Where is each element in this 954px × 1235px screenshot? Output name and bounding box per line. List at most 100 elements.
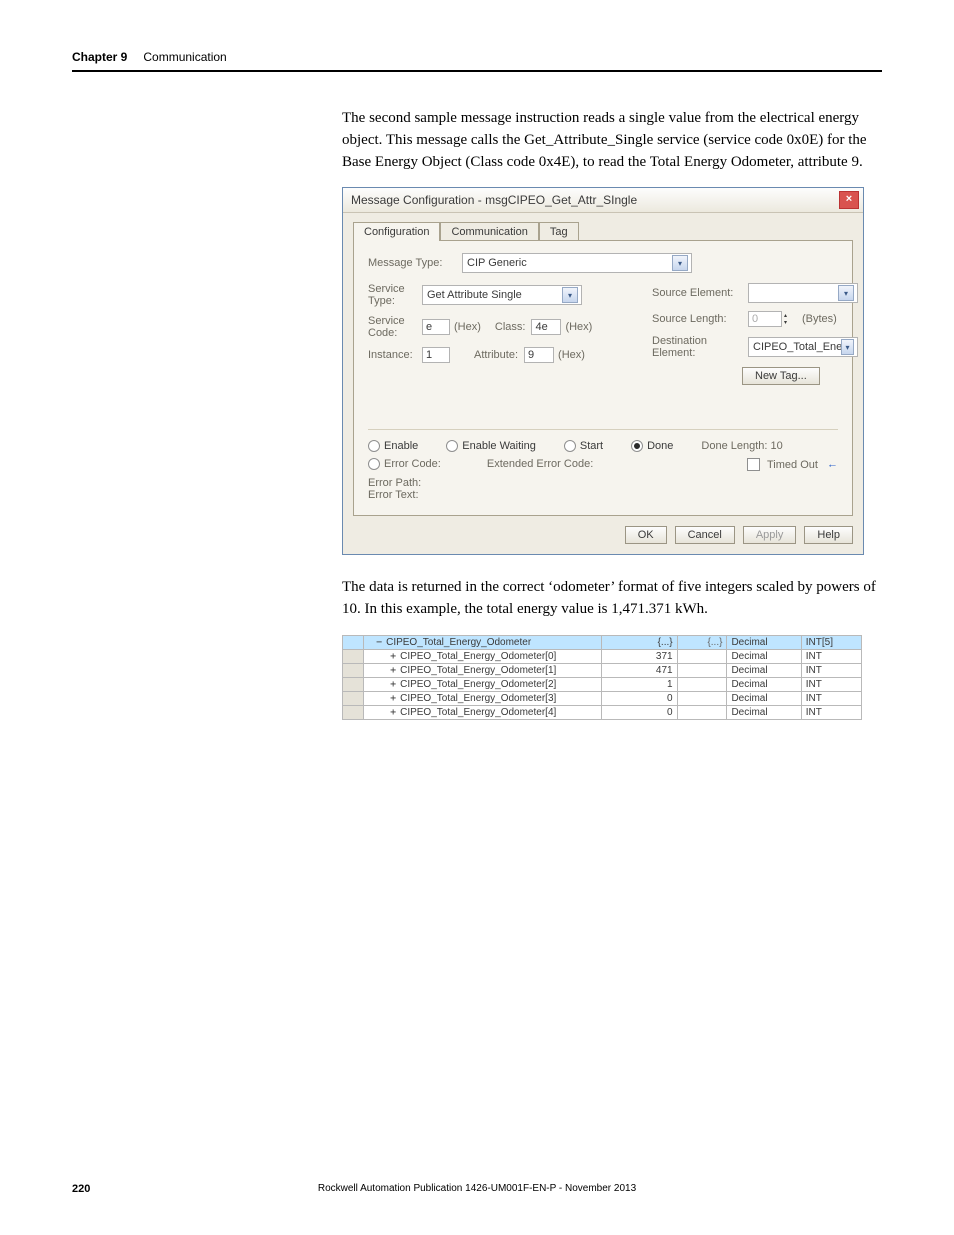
- done-length-label: Done Length: 10: [701, 440, 782, 452]
- enable-radio[interactable]: Enable: [368, 440, 418, 452]
- type-cell: INT: [801, 691, 861, 705]
- service-code-label: Service Code:: [368, 315, 416, 339]
- expand-icon[interactable]: +: [390, 651, 396, 662]
- publication-line: Rockwell Automation Publication 1426-UM0…: [72, 1183, 882, 1194]
- tag-name-cell: +CIPEO_Total_Energy_Odometer[4]: [364, 705, 602, 719]
- hex-label-3: (Hex): [558, 349, 585, 361]
- force-cell: {...}: [677, 635, 727, 649]
- style-cell: Decimal: [727, 635, 801, 649]
- value-cell: 1: [601, 677, 677, 691]
- spinner-up-icon[interactable]: ▴: [784, 312, 796, 319]
- intro-paragraph-2: The data is returned in the correct ‘odo…: [342, 577, 882, 621]
- class-input[interactable]: 4e: [531, 319, 561, 335]
- destination-label: Destination Element:: [652, 335, 742, 359]
- error-code-radio[interactable]: Error Code:: [368, 458, 447, 470]
- service-type-select[interactable]: Get Attribute Single ▾: [422, 285, 582, 305]
- tag-table-figure: −CIPEO_Total_Energy_Odometer{...}{...}De…: [342, 635, 882, 720]
- row-header: [343, 635, 364, 649]
- style-cell: Decimal: [727, 663, 801, 677]
- value-cell: {...}: [601, 635, 677, 649]
- style-cell: Decimal: [727, 649, 801, 663]
- new-tag-button[interactable]: New Tag...: [742, 367, 820, 385]
- row-header: [343, 677, 364, 691]
- class-label: Class:: [495, 321, 526, 333]
- start-radio[interactable]: Start: [564, 440, 603, 452]
- expand-icon[interactable]: +: [390, 679, 396, 690]
- error-text-label: Error Text:: [368, 489, 441, 501]
- service-code-input[interactable]: e: [422, 319, 450, 335]
- value-cell: 471: [601, 663, 677, 677]
- message-config-window: Message Configuration - msgCIPEO_Get_Att…: [342, 187, 864, 555]
- row-header: [343, 691, 364, 705]
- force-cell: [677, 649, 727, 663]
- force-cell: [677, 705, 727, 719]
- message-type-select[interactable]: CIP Generic ▾: [462, 253, 692, 273]
- tab-configuration[interactable]: Configuration: [353, 222, 440, 241]
- expand-icon[interactable]: +: [390, 665, 396, 676]
- tag-name-cell: +CIPEO_Total_Energy_Odometer[1]: [364, 663, 602, 677]
- extended-error-label: Extended Error Code:: [487, 458, 593, 470]
- destination-select[interactable]: CIPEO_Total_Energy_ ▾: [748, 337, 858, 357]
- source-length-input[interactable]: 0: [748, 311, 782, 327]
- tag-table: −CIPEO_Total_Energy_Odometer{...}{...}De…: [342, 635, 862, 720]
- force-cell: [677, 691, 727, 705]
- status-row: Enable Enable Waiting Start Done Done Le…: [368, 429, 838, 452]
- done-radio[interactable]: Done: [631, 440, 673, 452]
- value-cell: 0: [601, 705, 677, 719]
- message-type-value: CIP Generic: [467, 257, 527, 269]
- type-cell: INT: [801, 705, 861, 719]
- cancel-button[interactable]: Cancel: [675, 526, 735, 544]
- apply-button[interactable]: Apply: [743, 526, 797, 544]
- error-path-label: Error Path:: [368, 477, 441, 489]
- table-row[interactable]: +CIPEO_Total_Energy_Odometer[2]1 DecimalI…: [343, 677, 862, 691]
- enable-waiting-radio[interactable]: Enable Waiting: [446, 440, 536, 452]
- help-button[interactable]: Help: [804, 526, 853, 544]
- tab-communication[interactable]: Communication: [440, 222, 538, 241]
- tab-body: Message Type: CIP Generic ▾ Service Type…: [353, 240, 853, 516]
- message-type-label: Message Type:: [368, 257, 456, 269]
- service-type-label: Service Type:: [368, 283, 416, 307]
- style-cell: Decimal: [727, 691, 801, 705]
- expand-icon[interactable]: +: [390, 707, 396, 718]
- chevron-down-icon: ▾: [562, 287, 578, 303]
- tag-name-cell: +CIPEO_Total_Energy_Odometer[0]: [364, 649, 602, 663]
- table-row[interactable]: +CIPEO_Total_Energy_Odometer[1]471 Decima…: [343, 663, 862, 677]
- table-row[interactable]: +CIPEO_Total_Energy_Odometer[4]0 DecimalI…: [343, 705, 862, 719]
- chevron-down-icon: ▾: [838, 285, 854, 301]
- table-row[interactable]: −CIPEO_Total_Energy_Odometer{...}{...}De…: [343, 635, 862, 649]
- expand-icon[interactable]: +: [390, 693, 396, 704]
- type-cell: INT: [801, 677, 861, 691]
- table-row[interactable]: +CIPEO_Total_Energy_Odometer[3]0 DecimalI…: [343, 691, 862, 705]
- tag-name-cell: +CIPEO_Total_Energy_Odometer[2]: [364, 677, 602, 691]
- attribute-input[interactable]: 9: [524, 347, 554, 363]
- expand-icon[interactable]: −: [376, 637, 382, 648]
- row-header: [343, 705, 364, 719]
- service-type-value: Get Attribute Single: [427, 289, 522, 301]
- message-config-dialog-figure: Message Configuration - msgCIPEO_Get_Att…: [342, 187, 882, 555]
- timed-out-checkbox[interactable]: [747, 458, 760, 471]
- tag-name-cell: +CIPEO_Total_Energy_Odometer[3]: [364, 691, 602, 705]
- spinner-down-icon[interactable]: ▾: [784, 319, 796, 326]
- chevron-down-icon: ▾: [841, 339, 854, 355]
- bytes-label: (Bytes): [802, 313, 837, 325]
- hex-label-1: (Hex): [454, 321, 481, 333]
- source-element-select[interactable]: ▾: [748, 283, 858, 303]
- type-cell: INT[5]: [801, 635, 861, 649]
- source-length-label: Source Length:: [652, 313, 742, 325]
- tag-name-cell: −CIPEO_Total_Energy_Odometer: [364, 635, 602, 649]
- value-cell: 0: [601, 691, 677, 705]
- style-cell: Decimal: [727, 705, 801, 719]
- instance-input[interactable]: 1: [422, 347, 450, 363]
- row-header: [343, 663, 364, 677]
- tab-strip: Configuration Communication Tag: [343, 213, 863, 240]
- close-icon[interactable]: ×: [839, 191, 859, 209]
- style-cell: Decimal: [727, 677, 801, 691]
- tab-tag[interactable]: Tag: [539, 222, 579, 241]
- value-cell: 371: [601, 649, 677, 663]
- intro-paragraph-1: The second sample message instruction re…: [342, 108, 882, 173]
- destination-value: CIPEO_Total_Energy_: [753, 341, 841, 353]
- table-row[interactable]: +CIPEO_Total_Energy_Odometer[0]371 Decima…: [343, 649, 862, 663]
- ok-button[interactable]: OK: [625, 526, 667, 544]
- window-title: Message Configuration - msgCIPEO_Get_Att…: [351, 193, 637, 207]
- hex-label-2: (Hex): [565, 321, 592, 333]
